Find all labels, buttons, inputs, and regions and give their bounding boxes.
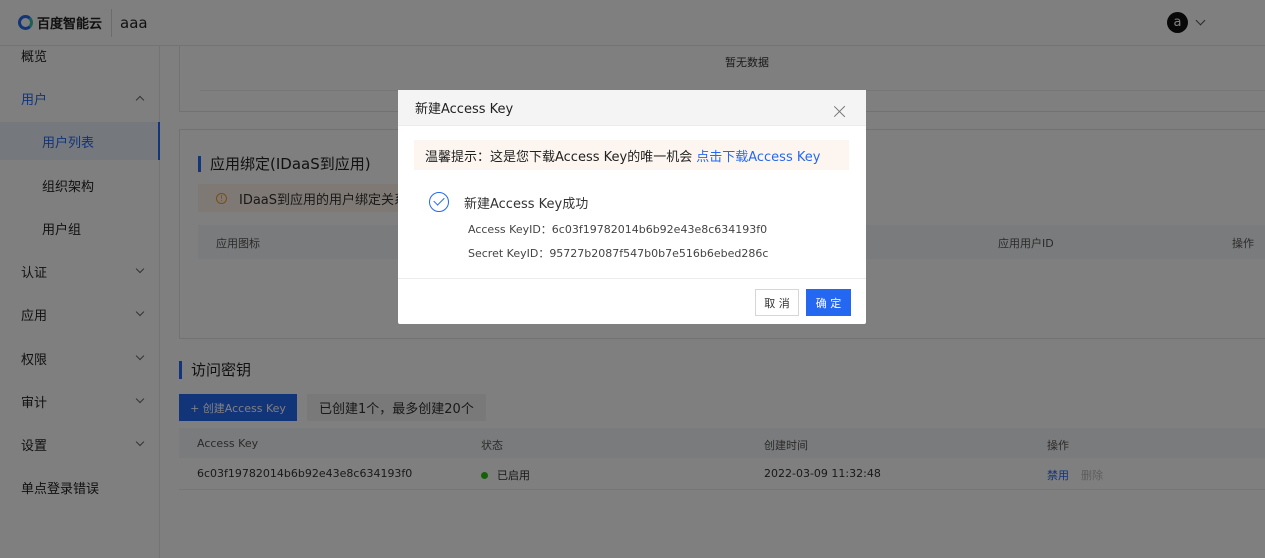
new-access-key-dialog: 新建Access Key 温馨提示：这是您下载Access Key的唯一机会 点…	[398, 90, 866, 324]
download-tip: 温馨提示：这是您下载Access Key的唯一机会 点击下载Access Key	[414, 140, 849, 170]
tip-text: 温馨提示：这是您下载Access Key的唯一机会	[425, 149, 693, 165]
download-access-key-link[interactable]: 点击下载Access Key	[696, 146, 820, 165]
check-circle-icon	[429, 192, 449, 212]
access-key-id: Access KeyID：6c03f19782014b6b92e43e8c634…	[468, 223, 768, 236]
dialog-footer: 取 消 确 定	[398, 278, 866, 324]
success-message: 新建Access Key成功	[464, 197, 589, 212]
confirm-button[interactable]: 确 定	[806, 289, 851, 316]
dialog-title: 新建Access Key	[415, 102, 514, 117]
secret-key-id: Secret KeyID：95727b2087f547b0b7e516b6ebe…	[468, 247, 769, 260]
close-icon[interactable]	[834, 105, 846, 117]
dialog-header: 新建Access Key	[398, 90, 866, 126]
cancel-button[interactable]: 取 消	[755, 289, 799, 316]
